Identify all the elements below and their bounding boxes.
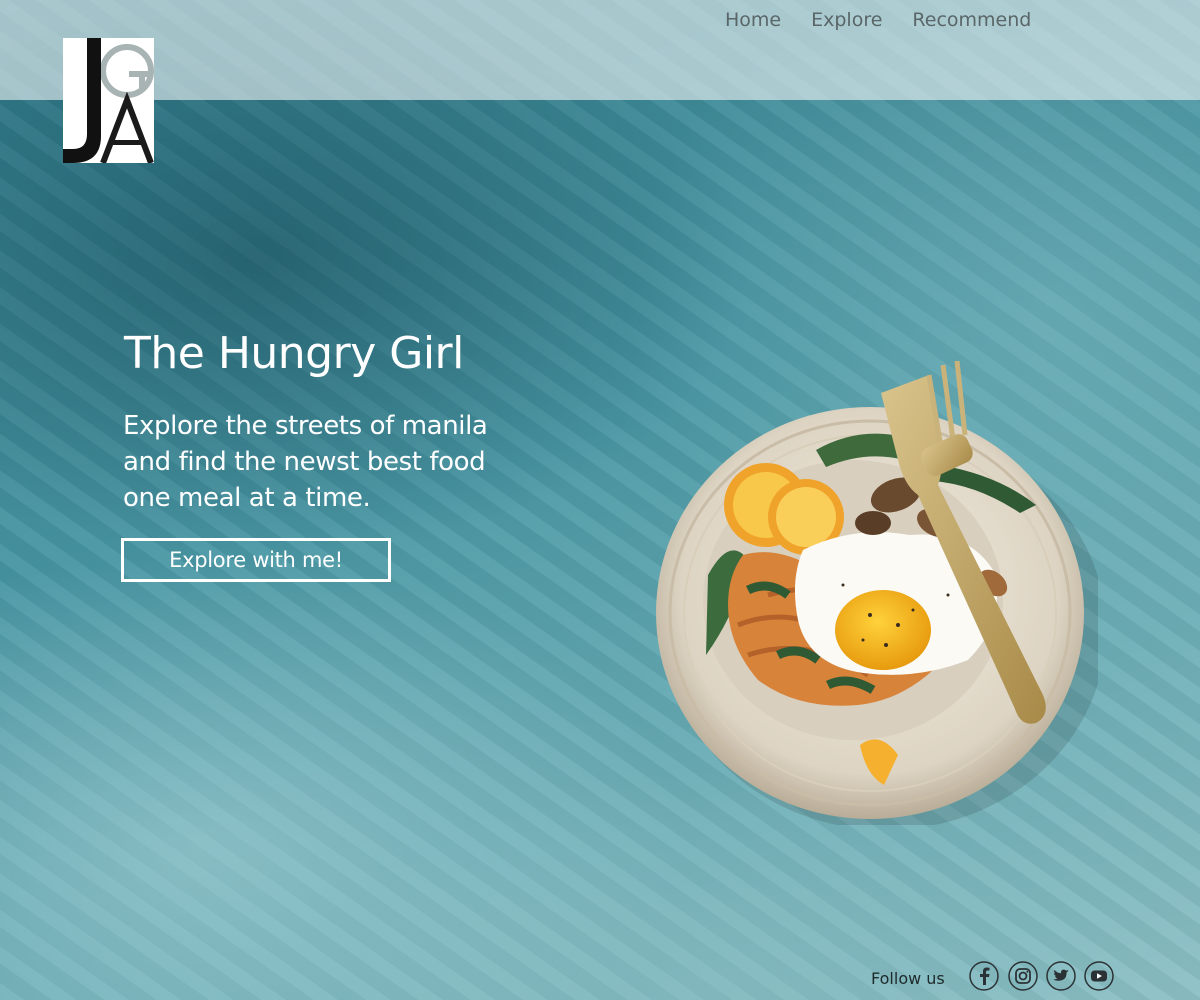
nav-home[interactable]: Home [725, 7, 781, 33]
nav-explore[interactable]: Explore [811, 7, 882, 33]
nav-recommend[interactable]: Recommend [912, 7, 1031, 33]
hero-tagline-line-3: one meal at a time. [123, 483, 371, 513]
youtube-icon[interactable] [1084, 961, 1114, 991]
hero-tagline: Explore the streets of manila and find t… [123, 408, 563, 516]
follow-us-label: Follow us [871, 969, 945, 988]
instagram-icon[interactable] [1008, 961, 1038, 991]
main-nav: Home Explore Recommend [725, 7, 1061, 33]
explore-with-me-button[interactable]: Explore with me! [121, 538, 391, 582]
hero-title: The Hungry Girl [124, 328, 464, 379]
twitter-icon[interactable] [1046, 961, 1076, 991]
hero-tagline-line-1: Explore the streets of manila [123, 411, 488, 441]
food-plate-image [648, 355, 1106, 830]
site-logo[interactable] [63, 38, 154, 163]
hero-tagline-line-2: and find the newst best food [123, 447, 486, 477]
facebook-icon[interactable] [969, 961, 999, 991]
